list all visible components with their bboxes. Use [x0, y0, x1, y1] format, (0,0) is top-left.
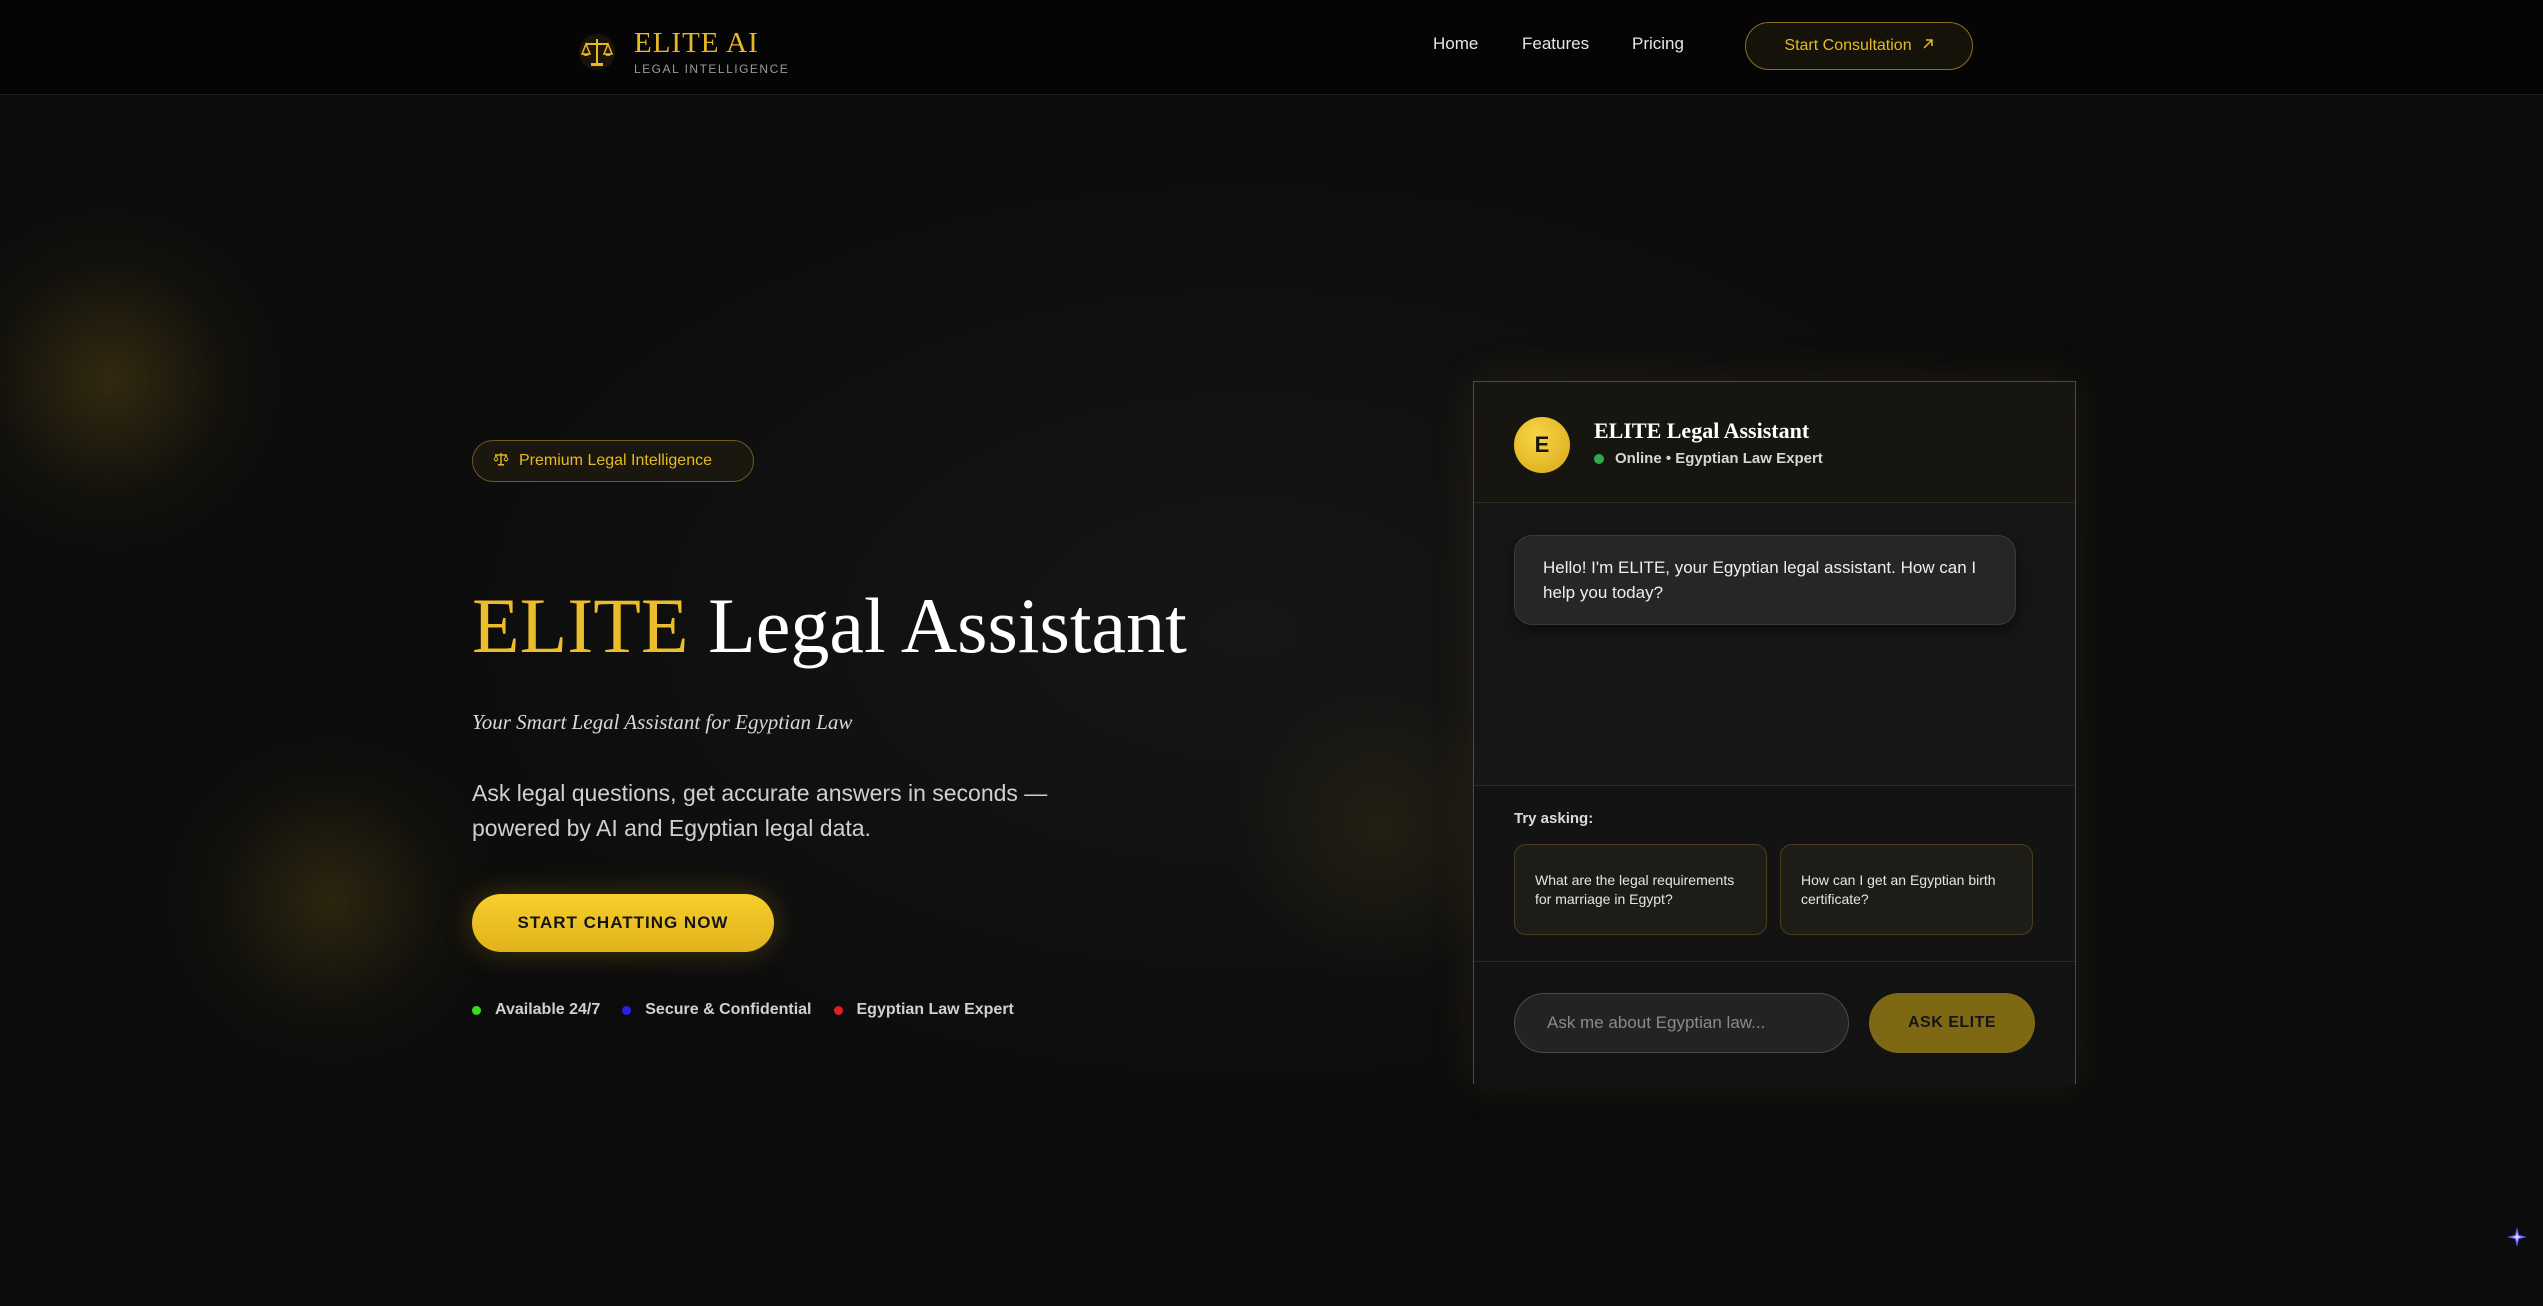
feature-label: Secure & Confidential: [645, 1001, 812, 1018]
page-title: ELITE Legal Assistant: [472, 580, 1187, 672]
assistant-message: Hello! I'm ELITE, your Egyptian legal as…: [1514, 535, 2016, 625]
status-dot-icon: [833, 1005, 843, 1015]
feature-label: Available 24/7: [495, 1001, 601, 1018]
sparkle-icon[interactable]: [2506, 1226, 2528, 1248]
title-rest: Legal Assistant: [708, 582, 1187, 669]
nav-home[interactable]: Home: [1433, 34, 1478, 54]
assistant-name: ELITE Legal Assistant: [1594, 418, 1810, 443]
avatar: E: [1514, 417, 1570, 473]
status-dot-icon: [472, 1005, 481, 1015]
chat-input[interactable]: [1514, 993, 1849, 1053]
feature-label: Egyptian Law Expert: [856, 1001, 1014, 1018]
start-chatting-label: START CHATTING NOW: [517, 913, 729, 932]
ask-elite-label: ASK ELITE: [1907, 1014, 1997, 1031]
start-consultation-label: Start Consultation: [1784, 37, 1912, 54]
nav-features[interactable]: Features: [1522, 34, 1589, 54]
chat-input-bar: ASK ELITE: [1474, 962, 2075, 1085]
start-consultation-button[interactable]: Start Consultation: [1745, 22, 1973, 70]
suggestions-panel: Try asking: What are the legal requireme…: [1474, 786, 2075, 962]
feature-item: Egyptian Law Expert: [833, 1001, 1014, 1019]
tagline: Your Smart Legal Assistant for Egyptian …: [472, 710, 853, 734]
status-dot-icon: [622, 1005, 632, 1015]
hero-description: Ask legal questions, get accurate answer…: [472, 780, 1048, 841]
assistant-status: Online • Egyptian Law Expert: [1594, 450, 1823, 467]
feature-list: Available 24/7 Secure & Confidential Egy…: [472, 1001, 1036, 1019]
badge-label: Premium Legal Intelligence: [519, 452, 712, 469]
feature-item: Secure & Confidential: [622, 1001, 812, 1019]
online-dot-icon: [1594, 453, 1604, 464]
scales-icon: [578, 33, 616, 71]
chat-widget: E ELITE Legal Assistant Online • Egyptia…: [1473, 381, 2076, 1085]
try-asking-label: Try asking:: [1514, 810, 1594, 827]
nav-pricing[interactable]: Pricing: [1632, 34, 1684, 54]
suggestion-text: How can I get an Egyptian birth certific…: [1801, 871, 1996, 907]
arrow-up-right-icon: [1922, 37, 1934, 55]
status-text: Online • Egyptian Law Expert: [1615, 450, 1823, 467]
scales-icon: [493, 452, 509, 471]
logo-subtitle: LEGAL INTELLIGENCE: [634, 62, 790, 76]
site-header: ELITE AI LEGAL INTELLIGENCE Home Feature…: [0, 0, 2543, 95]
suggestion-chip[interactable]: How can I get an Egyptian birth certific…: [1780, 844, 2033, 935]
background-glow: [0, 200, 300, 560]
ask-elite-button[interactable]: ASK ELITE: [1869, 993, 2035, 1053]
chat-messages[interactable]: Hello! I'm ELITE, your Egyptian legal as…: [1474, 503, 2075, 786]
title-highlight: ELITE: [472, 582, 689, 669]
feature-item: Available 24/7: [472, 1001, 600, 1019]
start-chatting-button[interactable]: START CHATTING NOW: [472, 894, 774, 952]
logo[interactable]: ELITE AI LEGAL INTELLIGENCE: [578, 28, 789, 76]
premium-badge: Premium Legal Intelligence: [472, 440, 754, 482]
suggestion-chip[interactable]: What are the legal requirements for marr…: [1514, 844, 1767, 935]
logo-title: ELITE AI: [634, 27, 759, 59]
suggestion-text: What are the legal requirements for marr…: [1535, 871, 1735, 907]
background-glow: [150, 720, 510, 1080]
chat-header: E ELITE Legal Assistant Online • Egyptia…: [1474, 382, 2075, 503]
